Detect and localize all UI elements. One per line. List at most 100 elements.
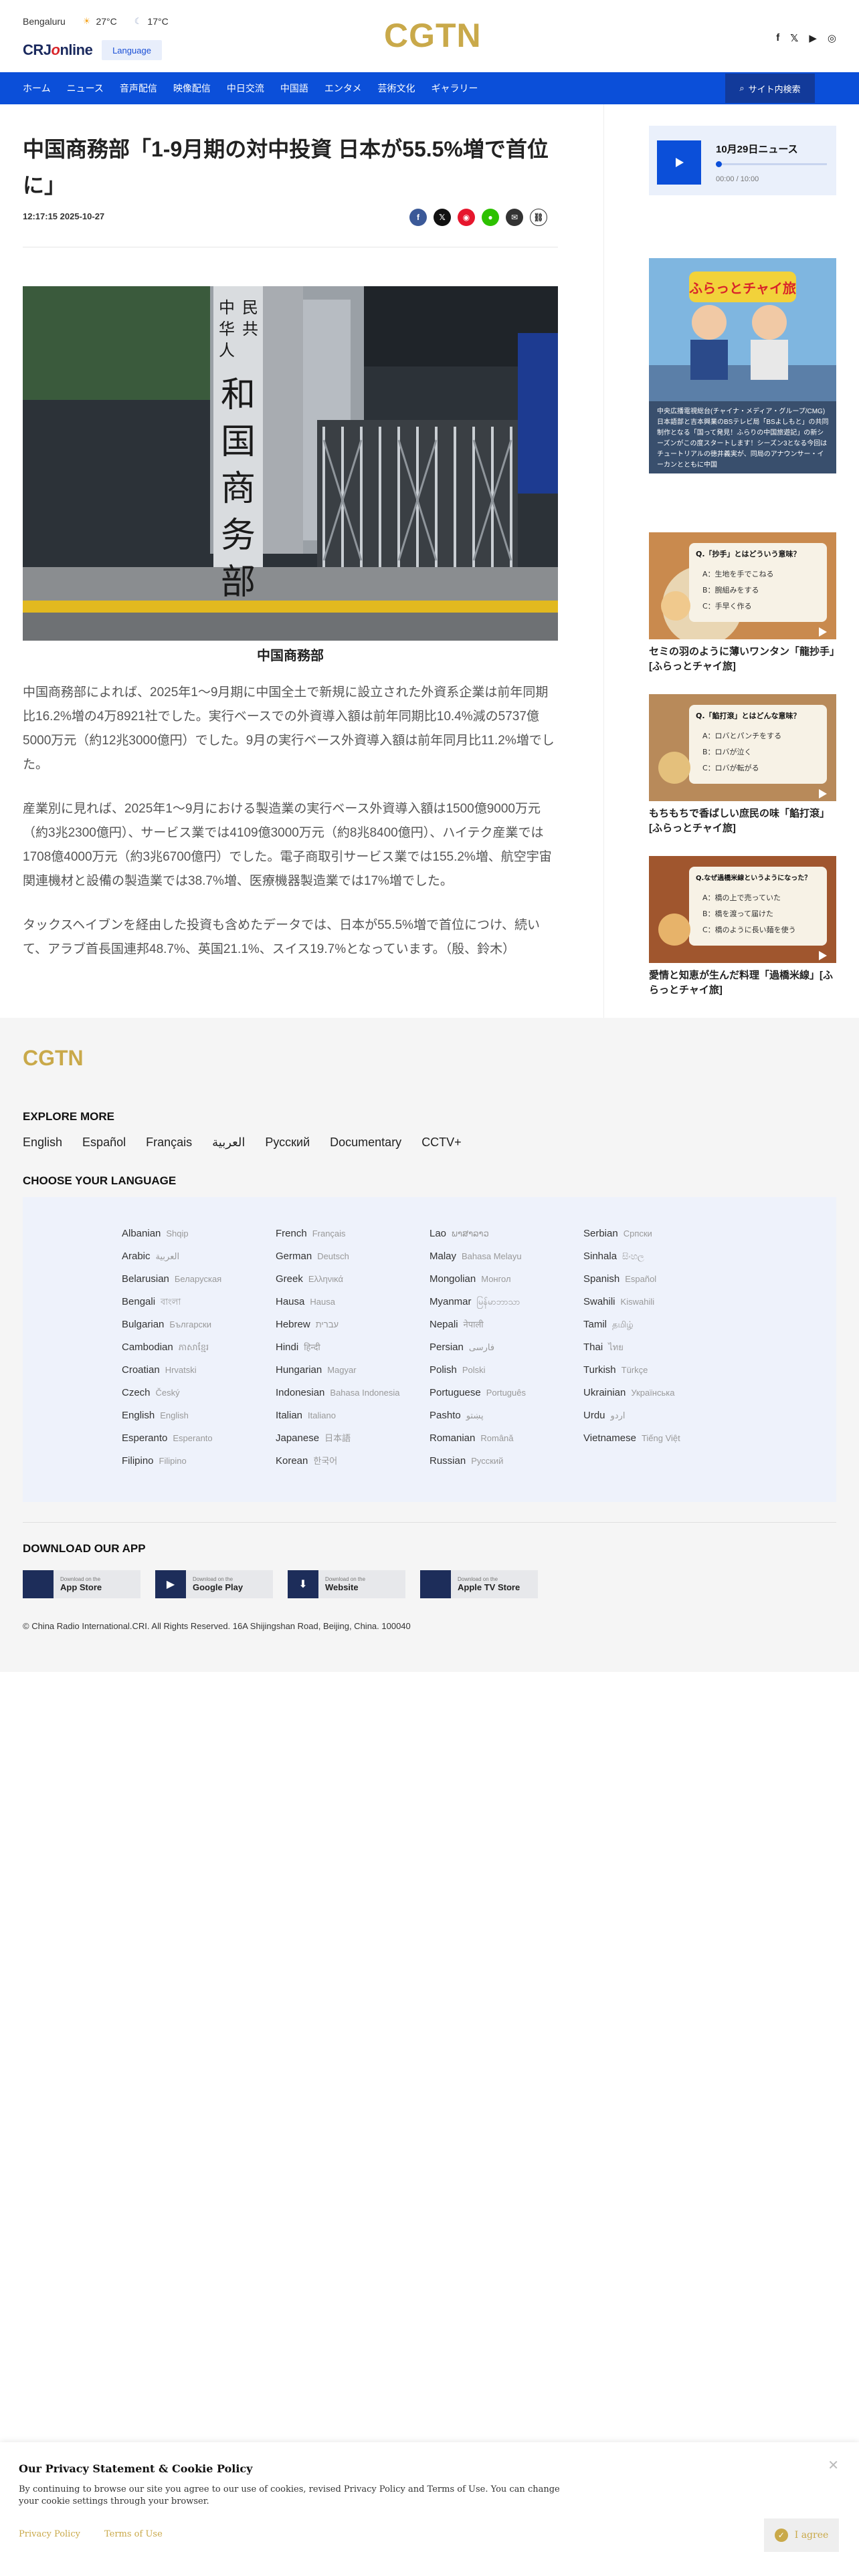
video-card[interactable]: Q.「抄手」とはどういう意味？ A：生地を手でこねる B：腕組みをする C：手早…	[649, 532, 836, 674]
player-progress-handle[interactable]	[716, 161, 722, 167]
language-option[interactable]: Hindi हिन्दी	[276, 1336, 430, 1359]
share-wechat-icon[interactable]: ●	[482, 209, 499, 226]
language-option[interactable]: Esperanto Esperanto	[122, 1427, 276, 1450]
apple-tv-button[interactable]: Download on the Apple TV Store	[420, 1570, 538, 1598]
language-button[interactable]: Language	[102, 40, 162, 60]
language-option[interactable]: Turkish Türkçe	[583, 1359, 737, 1382]
weibo-icon[interactable]: ◎	[828, 32, 836, 44]
nav-item-video[interactable]: 映像配信	[173, 82, 211, 95]
language-option[interactable]: English English	[122, 1404, 276, 1427]
explore-link[interactable]: Русский	[265, 1136, 310, 1150]
terms-of-use-link[interactable]: Terms of Use	[104, 2529, 163, 2539]
video-thumbnail[interactable]: Q.「抄手」とはどういう意味？ A：生地を手でこねる B：腕組みをする C：手早…	[649, 532, 836, 639]
language-option[interactable]: Albanian Shqip	[122, 1222, 276, 1245]
language-option[interactable]: Bulgarian Български	[122, 1313, 276, 1336]
language-option[interactable]: Myanmar မြန်မာဘာသာ	[430, 1291, 583, 1313]
language-option[interactable]: Hungarian Magyar	[276, 1359, 430, 1382]
language-option[interactable]: Cambodian ភាសាខ្មែរ	[122, 1336, 276, 1359]
x-icon[interactable]: 𝕏	[790, 32, 798, 44]
player-time: 00:00 / 10:00	[716, 175, 759, 183]
language-option[interactable]: Urdu اردو	[583, 1404, 737, 1427]
nav-item-chinese[interactable]: 中国語	[280, 82, 308, 95]
share-x-icon[interactable]: 𝕏	[434, 209, 451, 226]
language-option[interactable]: Belarusian Беларуская	[122, 1268, 276, 1291]
crj-online-logo[interactable]: CRJonline	[23, 41, 93, 59]
nav-item-exchange[interactable]: 中日交流	[227, 82, 264, 95]
share-link-icon[interactable]: ⛓	[530, 209, 547, 226]
promo-banner[interactable]: ふらっとチャイ旅 中央広播電視総台(チャイナ・メディア・グループ/CMG)日本語…	[649, 258, 836, 473]
language-option[interactable]: Russian Русский	[430, 1450, 583, 1473]
video-thumbnail[interactable]: Q.「餡打滾」とはどんな意味？ A：ロバとパンチをする B：ロバが泣く C：ロバ…	[649, 694, 836, 801]
explore-link[interactable]: English	[23, 1136, 62, 1150]
nav-item-home[interactable]: ホーム	[23, 82, 51, 95]
site-search-button[interactable]: ⌕ サイト内検索	[725, 74, 815, 103]
language-option[interactable]: Portuguese Português	[430, 1382, 583, 1404]
language-option[interactable]: French Français	[276, 1222, 430, 1245]
language-option[interactable]: Mongolian Монгол	[430, 1268, 583, 1291]
language-option[interactable]: Nepali नेपाली	[430, 1313, 583, 1336]
video-card-title[interactable]: 愛情と知恵が生んだ料理「過橋米線」[ふらっとチャイ旅]	[649, 968, 836, 998]
language-option[interactable]: Persian فارسی	[430, 1336, 583, 1359]
language-option[interactable]: Filipino Filipino	[122, 1450, 276, 1473]
language-option[interactable]: Spanish Español	[583, 1268, 737, 1291]
nav-item-gallery[interactable]: ギャラリー	[432, 82, 478, 95]
footer-cgtn-logo[interactable]: CGTN	[23, 1046, 84, 1071]
privacy-policy-link[interactable]: Privacy Policy	[19, 2529, 80, 2539]
news-player-title: 10月29日ニュース	[716, 144, 798, 155]
explore-link[interactable]: Español	[82, 1136, 126, 1150]
language-option[interactable]: Swahili Kiswahili	[583, 1291, 737, 1313]
video-card[interactable]: Q.なぜ過橋米線というようになった？ A：橋の上で売っていた B：橋を渡って届け…	[649, 856, 836, 998]
language-option[interactable]: Croatian Hrvatski	[122, 1359, 276, 1382]
video-thumbnail[interactable]: Q.なぜ過橋米線というようになった？ A：橋の上で売っていた B：橋を渡って届け…	[649, 856, 836, 963]
language-option[interactable]: Ukrainian Українська	[583, 1382, 737, 1404]
page: Bengaluru ☀ 27°C ☾ 17°C CRJonline Language…	[0, 0, 859, 2576]
language-option[interactable]: Korean 한국어	[276, 1450, 430, 1473]
language-option[interactable]: Romanian Română	[430, 1427, 583, 1450]
language-option[interactable]: Hausa Hausa	[276, 1291, 430, 1313]
language-option[interactable]: Sinhala සිංහල	[583, 1245, 737, 1268]
google-play-button[interactable]: ▶ Download on the Google Play	[155, 1570, 273, 1598]
cgtn-logo[interactable]: CGTN	[384, 16, 481, 55]
agree-button[interactable]: ✓ I agree	[764, 2518, 839, 2552]
language-option[interactable]: Japanese 日本語	[276, 1427, 430, 1450]
facebook-icon[interactable]: f	[776, 32, 779, 44]
youtube-icon[interactable]: ▶	[809, 32, 817, 44]
nav-item-entertainment[interactable]: エンタメ	[324, 82, 362, 95]
language-option[interactable]: Indonesian Bahasa Indonesia	[276, 1382, 430, 1404]
nav-item-culture[interactable]: 芸術文化	[378, 82, 415, 95]
share-email-icon[interactable]: ✉	[506, 209, 523, 226]
explore-link[interactable]: العربية	[212, 1136, 245, 1150]
google-play-icon: ▶	[155, 1570, 186, 1598]
svg-text:Q.「餡打滾」とはどんな意味？: Q.「餡打滾」とはどんな意味？	[696, 711, 801, 720]
video-card-title[interactable]: もちもちで香ばしい庶民の味「餡打滾」[ふらっとチャイ旅]	[649, 807, 836, 836]
language-option[interactable]: German Deutsch	[276, 1245, 430, 1268]
language-option[interactable]: Hebrew עברית	[276, 1313, 430, 1336]
explore-link[interactable]: Documentary	[330, 1136, 401, 1150]
language-option[interactable]: Pashto پښتو	[430, 1404, 583, 1427]
explore-link[interactable]: CCTV+	[421, 1136, 462, 1150]
player-progress-bar[interactable]	[716, 161, 827, 167]
share-weibo-icon[interactable]: ◉	[458, 209, 475, 226]
website-download-button[interactable]: ⬇ Download on the Website	[288, 1570, 405, 1598]
language-option[interactable]: Italian Italiano	[276, 1404, 430, 1427]
language-option[interactable]: Thai ไทย	[583, 1336, 737, 1359]
video-card-title[interactable]: セミの羽のように薄いワンタン「龍抄手」[ふらっとチャイ旅]	[649, 645, 836, 674]
language-option[interactable]: Tamil தமிழ்	[583, 1313, 737, 1336]
nav-item-news[interactable]: ニュース	[67, 82, 104, 95]
language-option[interactable]: Serbian Српски	[583, 1222, 737, 1245]
share-facebook-icon[interactable]: f	[409, 209, 427, 226]
play-button[interactable]	[657, 140, 701, 185]
video-card[interactable]: Q.「餡打滾」とはどんな意味？ A：ロバとパンチをする B：ロバが泣く C：ロバ…	[649, 694, 836, 836]
language-option[interactable]: Vietnamese Tiếng Việt	[583, 1427, 737, 1450]
language-option[interactable]: Arabic العربية	[122, 1245, 276, 1268]
language-option[interactable]: Bengali বাংলা	[122, 1291, 276, 1313]
language-option[interactable]: Czech Český	[122, 1382, 276, 1404]
nav-item-audio[interactable]: 音声配信	[120, 82, 157, 95]
explore-link[interactable]: Français	[146, 1136, 192, 1150]
close-icon[interactable]: ✕	[828, 2457, 839, 2474]
language-option[interactable]: Greek Ελληνικά	[276, 1268, 430, 1291]
app-store-button[interactable]: Download on the App Store	[23, 1570, 140, 1598]
language-option[interactable]: Lao ພາສາລາວ	[430, 1222, 583, 1245]
language-option[interactable]: Malay Bahasa Melayu	[430, 1245, 583, 1268]
language-option[interactable]: Polish Polski	[430, 1359, 583, 1382]
